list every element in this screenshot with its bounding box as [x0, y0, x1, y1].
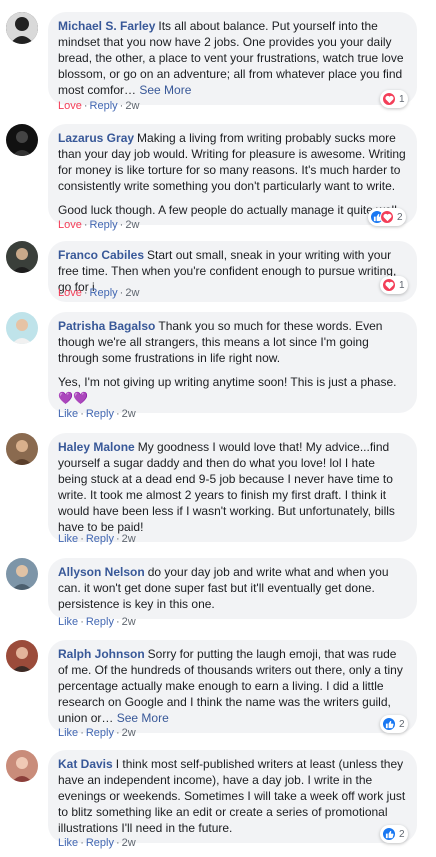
avatar[interactable]	[6, 433, 38, 465]
love-icon	[382, 92, 396, 106]
comment-author[interactable]: Patrisha Bagalso	[58, 319, 155, 333]
love-action[interactable]: Love	[58, 219, 82, 231]
separator-dot: ·	[83, 100, 88, 112]
like-icon	[382, 717, 396, 731]
love-icon	[382, 278, 396, 292]
timestamp[interactable]: 2w	[122, 727, 136, 739]
reply-action[interactable]: Reply	[86, 616, 114, 628]
like-action[interactable]: Like	[58, 408, 78, 420]
separator-dot: ·	[80, 727, 84, 739]
timestamp[interactable]: 2w	[125, 287, 139, 299]
reply-action[interactable]: Reply	[86, 408, 114, 420]
comment-actions: Love · Reply · 2w	[58, 218, 139, 232]
reaction-count: 2	[397, 211, 403, 223]
reaction-summary[interactable]: 2	[380, 825, 408, 843]
separator-dot: ·	[115, 533, 120, 545]
comment-actions: Like · Reply · 2w	[58, 615, 136, 629]
timestamp[interactable]: 2w	[122, 837, 136, 849]
separator-dot: ·	[80, 837, 84, 849]
reply-action[interactable]: Reply	[90, 287, 118, 299]
avatar[interactable]	[6, 312, 38, 344]
avatar[interactable]	[6, 558, 38, 590]
like-action[interactable]: Like	[58, 616, 78, 628]
comment-actions: Like · Reply · 2w	[58, 726, 136, 740]
reaction-summary[interactable]: 2	[368, 208, 406, 226]
like-action[interactable]: Like	[58, 533, 78, 545]
comment-author[interactable]: Lazarus Gray	[58, 131, 134, 145]
separator-dot: ·	[115, 408, 120, 420]
comment-bubble: Patrisha Bagalso Thank you so much for th…	[48, 312, 417, 413]
separator-dot: ·	[80, 616, 84, 628]
timestamp[interactable]: 2w	[125, 100, 139, 112]
comment-bubble: Ralph Johnson Sorry for putting the laugh…	[48, 640, 417, 733]
comment-bubble: Kat Davis I think most self-published wri…	[48, 750, 417, 843]
comment-actions: Like · Reply · 2w	[58, 407, 136, 421]
reaction-summary[interactable]: 1	[380, 276, 408, 294]
avatar[interactable]	[6, 124, 38, 156]
timestamp[interactable]: 2w	[122, 616, 136, 628]
love-action[interactable]: Love	[58, 287, 82, 299]
separator-dot: ·	[115, 616, 120, 628]
separator-dot: ·	[115, 727, 120, 739]
timestamp[interactable]: 2w	[122, 533, 136, 545]
see-more-link[interactable]: See More	[139, 83, 191, 97]
timestamp[interactable]: 2w	[125, 219, 139, 231]
reaction-count: 1	[399, 93, 405, 105]
comment-bubble: Lazarus Gray Making a living from writing…	[48, 124, 417, 225]
separator-dot: ·	[80, 408, 84, 420]
comment-author[interactable]: Franco Cabiles	[58, 248, 144, 262]
see-more-link[interactable]: See More	[117, 711, 169, 725]
timestamp[interactable]: 2w	[122, 408, 136, 420]
comment-author[interactable]: Haley Malone	[58, 440, 135, 454]
comment-author[interactable]: Michael S. Farley	[58, 19, 155, 33]
love-action[interactable]: Love	[58, 100, 82, 112]
avatar[interactable]	[6, 750, 38, 782]
comment-text: Good luck though. A few people do actual…	[58, 203, 401, 217]
reaction-summary[interactable]: 2	[380, 715, 408, 733]
reaction-summary[interactable]: 1	[380, 90, 408, 108]
like-icon	[382, 827, 396, 841]
comment-author[interactable]: Ralph Johnson	[58, 647, 145, 661]
like-action[interactable]: Like	[58, 837, 78, 849]
separator-dot: ·	[119, 287, 124, 299]
comment-actions: Love · Reply · 2w	[58, 286, 139, 300]
comment-bubble: Haley Malone My goodness I would love tha…	[48, 433, 417, 542]
like-action[interactable]: Like	[58, 727, 78, 739]
comment-actions: Like · Reply · 2w	[58, 836, 136, 850]
reaction-count: 2	[399, 828, 405, 840]
separator-dot: ·	[119, 219, 124, 231]
avatar[interactable]	[6, 241, 38, 273]
reaction-count: 2	[399, 718, 405, 730]
avatar[interactable]	[6, 12, 38, 44]
separator-dot: ·	[119, 100, 124, 112]
comment-bubble: Allyson Nelson do your day job and write …	[48, 558, 417, 619]
comment-text: My goodness I would love that! My advice…	[58, 440, 395, 534]
avatar[interactable]	[6, 640, 38, 672]
separator-dot: ·	[83, 219, 88, 231]
comment-actions: Like · Reply · 2w	[58, 532, 136, 546]
comment-text: Yes, I'm not giving up writing anytime s…	[58, 375, 397, 405]
reply-action[interactable]: Reply	[86, 837, 114, 849]
comment-author[interactable]: Allyson Nelson	[58, 565, 145, 579]
reply-action[interactable]: Reply	[90, 219, 118, 231]
love-icon	[380, 210, 394, 224]
reply-action[interactable]: Reply	[86, 533, 114, 545]
comment-actions: Love · Reply · 2w	[58, 99, 139, 113]
reply-action[interactable]: Reply	[90, 100, 118, 112]
separator-dot: ·	[115, 837, 120, 849]
separator-dot: ·	[80, 533, 84, 545]
separator-dot: ·	[83, 287, 88, 299]
reply-action[interactable]: Reply	[86, 727, 114, 739]
reaction-count: 1	[399, 279, 405, 291]
comment-bubble: Michael S. Farley Its all about balance. …	[48, 12, 417, 105]
comment-author[interactable]: Kat Davis	[58, 757, 113, 771]
